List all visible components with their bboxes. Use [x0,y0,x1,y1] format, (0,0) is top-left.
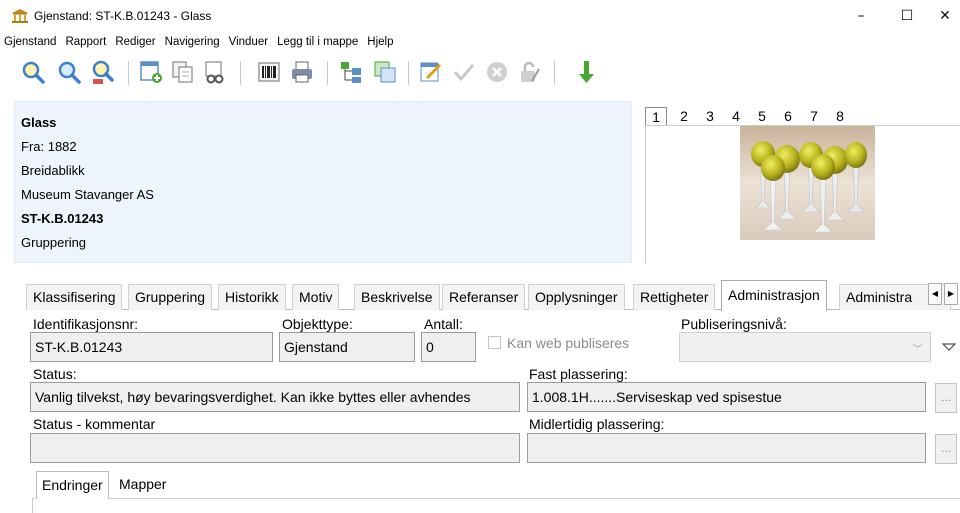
fixed-location-field[interactable]: 1.008.1H.......Serviseskap ved spisestue [527,382,926,412]
tab-motiv[interactable]: Motiv [292,284,340,310]
web-publish-checkbox[interactable] [488,336,501,349]
tab-opplysninger[interactable]: Opplysninger [528,284,625,310]
edit-icon[interactable] [418,59,444,85]
object-place: Breidablikk [21,163,85,178]
tab-scroll-left-icon[interactable]: ◀ [928,283,942,305]
print-icon[interactable] [289,59,315,85]
arrow-down-icon[interactable] [573,59,599,85]
bottom-tab-content [32,499,960,513]
tab-historikk[interactable]: Historikk [218,284,286,310]
barcode-icon[interactable] [256,59,282,85]
toolbar-separator [128,61,129,85]
id-field[interactable]: ST-K.B.01243 [30,332,273,362]
object-id: ST-K.B.01243 [21,211,104,226]
layers-icon[interactable] [372,59,398,85]
image-tab-1[interactable]: 1 [645,107,667,126]
image-tab-2[interactable]: 2 [671,107,697,126]
maximize-button[interactable]: ☐ [884,0,930,32]
status-field[interactable]: Vanlig tilvekst, høy bevaringsverdighet.… [30,382,520,412]
tab-beskrivelse[interactable]: Beskrivelse [354,284,440,310]
tab-gruppering[interactable]: Gruppering [128,284,213,310]
object-group: Gruppering [21,235,87,250]
bottom-tabs: Endringer Mapper [32,471,960,499]
fixed-location-browse-button[interactable]: ... [935,383,957,413]
tab-scroll-right-icon[interactable]: ▶ [944,283,958,305]
toolbar [0,52,960,94]
object-type-field[interactable]: Gjenstand [279,332,415,362]
approve-icon[interactable] [451,59,477,85]
fixed-location-label: Fast plassering: [529,366,628,382]
search-advanced-icon[interactable] [90,59,116,85]
menu-rapport[interactable]: Rapport [65,36,106,48]
tab-klassifisering[interactable]: Klassifisering [26,284,123,310]
menu-bar: Gjenstand Rapport Rediger Navigering Vin… [0,32,960,52]
chevron-down-icon[interactable]: ﹀ [913,342,922,355]
window-title: Gjenstand: ST-K.B.01243 - Glass [34,9,212,23]
image-tab-8[interactable]: 8 [827,107,853,126]
menu-gjenstand[interactable]: Gjenstand [4,36,56,48]
menu-legg-til-i-mappe[interactable]: Legg til i mappe [277,36,358,48]
menu-rediger[interactable]: Rediger [115,36,155,48]
status-comment-label: Status - kommentar [33,416,156,432]
image-tab-4[interactable]: 4 [723,107,749,126]
tab-administrasjon[interactable]: Administrasjon [721,280,827,311]
museum-app-icon [12,9,28,23]
temporary-location-field[interactable] [527,433,926,463]
image-tab-3[interactable]: 3 [697,107,723,126]
tab-rettigheter[interactable]: Rettigheter [633,284,716,310]
status-comment-field[interactable] [30,433,520,463]
publish-level-select[interactable] [679,332,931,362]
tab-referanser[interactable]: Referanser [442,284,526,310]
cancel-icon[interactable] [484,59,510,85]
toolbar-separator [554,61,555,85]
toolbar-separator [327,61,328,85]
menu-hjelp[interactable]: Hjelp [367,36,393,48]
count-label: Antall: [424,316,463,332]
unlock-icon[interactable] [516,59,542,85]
close-button[interactable]: ✕ [930,0,960,32]
object-owner: Museum Stavanger AS [21,187,154,202]
publish-level-label: Publiseringsnivå: [681,316,787,332]
web-publish-label: Kan web publiseres [507,335,630,351]
tab-endringer[interactable]: Endringer [36,471,109,499]
menu-navigering[interactable]: Navigering [165,36,220,48]
image-tabs: 1 2 3 4 5 6 7 8 [645,107,853,126]
temporary-location-label: Midlertidig plassering: [529,416,665,432]
count-field[interactable]: 0 [421,332,476,362]
main-tabs: Klassifisering Gruppering Historikk Moti… [26,280,960,311]
tree-icon[interactable] [338,59,364,85]
new-record-icon[interactable] [138,59,164,85]
object-summary-panel [14,101,632,263]
dropdown-arrow-icon[interactable] [942,343,956,351]
image-tab-5[interactable]: 5 [749,107,775,126]
temporary-location-browse-button[interactable]: ... [935,434,957,464]
toolbar-separator [408,61,409,85]
object-date: Fra: 1882 [21,139,77,154]
object-name: Glass [21,115,57,130]
object-type-label: Objekttype: [282,316,353,332]
toolbar-separator [240,61,241,85]
status-label: Status: [33,366,77,382]
link-icon[interactable] [202,59,228,85]
minimize-button[interactable]: – [838,0,884,32]
object-photo[interactable] [740,126,875,240]
id-label: Identifikasjonsnr: [33,316,139,332]
search-all-icon[interactable] [56,59,82,85]
copy-record-icon[interactable] [170,59,196,85]
menu-vinduer[interactable]: Vinduer [229,36,268,48]
image-tab-7[interactable]: 7 [801,107,827,126]
tab-mapper[interactable]: Mapper [114,471,171,499]
image-tab-6[interactable]: 6 [775,107,801,126]
search-icon[interactable] [20,59,46,85]
